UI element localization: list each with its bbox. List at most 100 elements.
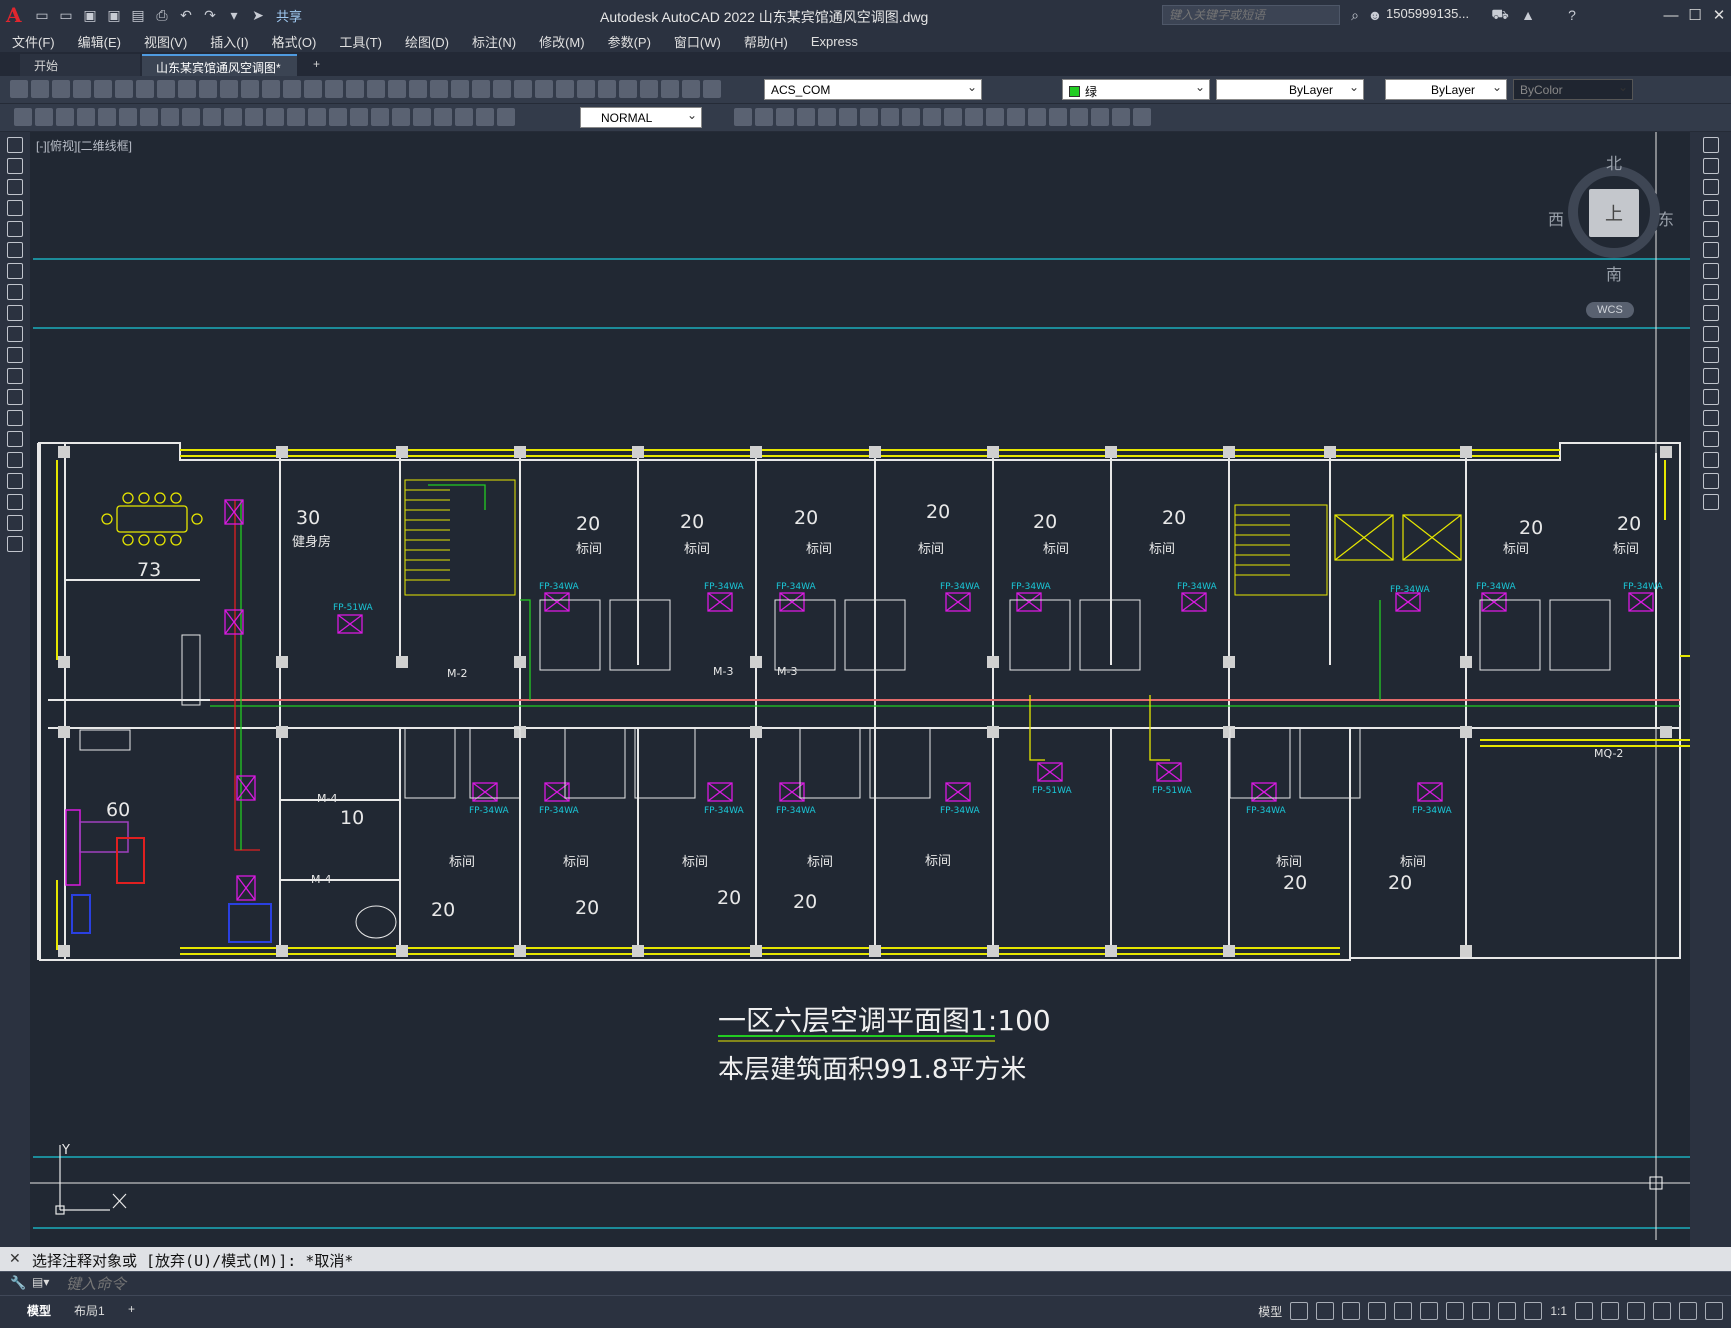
annotation-scale[interactable]: 1:1 bbox=[1550, 1304, 1567, 1318]
help-icon[interactable]: ? bbox=[1562, 5, 1582, 25]
plus-icon[interactable] bbox=[1601, 1302, 1619, 1320]
menu-tools[interactable]: 工具(T) bbox=[339, 32, 382, 51]
search-input[interactable] bbox=[1162, 5, 1340, 25]
grid-icon[interactable] bbox=[1290, 1302, 1309, 1320]
fcu-label: FP-34WA bbox=[1011, 582, 1052, 592]
user-account[interactable]: 1505999135... bbox=[1386, 6, 1469, 21]
menu-modify[interactable]: 修改(M) bbox=[539, 32, 585, 51]
room-number: 20 bbox=[680, 511, 704, 533]
save-icon[interactable]: ▣ bbox=[80, 5, 100, 25]
dimstyle-dropdown[interactable]: NORMAL bbox=[580, 107, 702, 128]
dimension-tools[interactable] bbox=[14, 108, 515, 126]
tab-drawing[interactable]: 山东某宾馆通风空调图* ✕ bbox=[142, 54, 297, 90]
plotstyle-dropdown[interactable]: ByColor bbox=[1513, 79, 1633, 100]
compass-east[interactable]: 东 bbox=[1658, 206, 1674, 230]
search-icon[interactable]: ⌕ bbox=[1345, 5, 1365, 25]
customize-qat-icon[interactable]: ▾ bbox=[224, 5, 244, 25]
svg-text:Y: Y bbox=[61, 1143, 70, 1158]
room-name: 标间 bbox=[807, 855, 833, 870]
autocad-logo-icon[interactable]: A bbox=[6, 3, 28, 27]
close-command-icon[interactable]: ✕ bbox=[9, 1250, 21, 1267]
redo-icon[interactable]: ↷ bbox=[200, 5, 220, 25]
new-tab-icon[interactable]: + bbox=[299, 54, 334, 76]
lineweight-dropdown[interactable]: ByLayer bbox=[1385, 79, 1507, 100]
ortho-icon[interactable] bbox=[1342, 1302, 1361, 1320]
fcu-label: FP-34WA bbox=[704, 806, 745, 816]
menu-file[interactable]: 文件(F) bbox=[12, 32, 55, 51]
fcu-label: FP-34WA bbox=[1476, 582, 1517, 592]
selection-cycling-icon[interactable] bbox=[1472, 1302, 1491, 1320]
save-as-icon[interactable]: ▣ bbox=[104, 5, 124, 25]
annotation-visibility-icon[interactable] bbox=[1498, 1302, 1517, 1320]
new-file-icon[interactable]: ▭ bbox=[32, 5, 52, 25]
isolate-objects-icon[interactable] bbox=[1627, 1302, 1645, 1320]
share-icon[interactable]: ➤ bbox=[248, 5, 268, 25]
close-icon[interactable]: ✕ bbox=[1707, 0, 1731, 30]
osnap-icon[interactable] bbox=[1394, 1302, 1413, 1320]
menu-dimension[interactable]: 标注(N) bbox=[472, 32, 516, 51]
lineweight-icon[interactable] bbox=[1446, 1302, 1465, 1320]
color-dropdown[interactable]: 绿 bbox=[1062, 79, 1210, 100]
compass-west[interactable]: 西 bbox=[1548, 206, 1564, 230]
open-file-icon[interactable]: ▭ bbox=[56, 5, 76, 25]
linetype-dropdown[interactable]: ByLayer bbox=[1216, 79, 1364, 100]
add-layout-icon[interactable]: + bbox=[128, 1302, 135, 1316]
fcu-label: FP-34WA bbox=[539, 582, 580, 592]
command-input[interactable] bbox=[66, 1274, 1666, 1294]
undo-icon[interactable]: ↶ bbox=[176, 5, 196, 25]
drawing-canvas[interactable]: 73 30 60 10 20 20 20 20 20 20 20 20 20 2… bbox=[30, 132, 1695, 1247]
room-name: 标间 bbox=[1400, 855, 1426, 870]
layout-tab-model[interactable]: 模型 bbox=[27, 1302, 51, 1319]
door-tag: M-2 bbox=[447, 667, 467, 680]
menu-parametric[interactable]: 参数(P) bbox=[608, 32, 651, 51]
modify-toolbar[interactable] bbox=[1690, 132, 1731, 1247]
tab-start[interactable]: 开始 bbox=[20, 54, 140, 76]
layer-dropdown[interactable]: ACS_COM bbox=[764, 79, 982, 100]
model-space-toggle[interactable]: 模型 bbox=[1258, 1303, 1282, 1320]
clean-screen-icon[interactable] bbox=[1679, 1302, 1697, 1320]
window-title: Autodesk AutoCAD 2022 山东某宾馆通风空调图.dwg bbox=[600, 9, 929, 25]
otrack-icon[interactable] bbox=[1420, 1302, 1439, 1320]
compass-north[interactable]: 北 bbox=[1606, 150, 1622, 174]
ucs-icon: Y bbox=[55, 1143, 127, 1215]
command-prompt-icon[interactable]: ▤▾ bbox=[32, 1275, 49, 1289]
viewport-controls[interactable]: [-][俯视][二维线框] bbox=[36, 137, 132, 154]
viewcube-top-face[interactable]: 上 bbox=[1589, 189, 1639, 237]
maximize-icon[interactable]: ☐ bbox=[1683, 0, 1707, 30]
title-bar: A ▭ ▭ ▣ ▣ ▤ ⎙ ↶ ↷ ▾ ➤ 共享 Autodesk AutoCA… bbox=[0, 0, 1731, 30]
snap-icon[interactable] bbox=[1316, 1302, 1335, 1320]
draworder-tools[interactable] bbox=[734, 108, 1151, 126]
room-number: 30 bbox=[296, 507, 320, 529]
menu-format[interactable]: 格式(O) bbox=[272, 32, 317, 51]
menu-insert[interactable]: 插入(I) bbox=[210, 32, 248, 51]
annotation-scale-icon[interactable] bbox=[1524, 1302, 1543, 1320]
status-tools: 模型 1:1 bbox=[1258, 1302, 1723, 1320]
share-button[interactable]: 共享 bbox=[276, 6, 302, 25]
compass-south[interactable]: 南 bbox=[1606, 261, 1622, 285]
menu-edit[interactable]: 编辑(E) bbox=[78, 32, 121, 51]
minimize-icon[interactable]: — bbox=[1659, 0, 1683, 30]
fcu-label: FP-34WA bbox=[1412, 806, 1453, 816]
window-tag: MQ-2 bbox=[1594, 747, 1623, 760]
hardware-accel-icon[interactable] bbox=[1653, 1302, 1671, 1320]
plot-icon[interactable]: ⎙ bbox=[152, 5, 172, 25]
customize-icon[interactable] bbox=[1705, 1302, 1723, 1320]
cart-icon[interactable]: ⛟ bbox=[1490, 5, 1510, 25]
menu-view[interactable]: 视图(V) bbox=[144, 32, 187, 51]
menu-draw[interactable]: 绘图(D) bbox=[405, 32, 449, 51]
workspace-gear-icon[interactable] bbox=[1575, 1302, 1593, 1320]
viewcube[interactable]: 北 南 东 西 上 WCS bbox=[1548, 148, 1678, 318]
menu-help[interactable]: 帮助(H) bbox=[744, 32, 788, 51]
polar-icon[interactable] bbox=[1368, 1302, 1387, 1320]
layout-tab-layout1[interactable]: 布局1 bbox=[74, 1302, 105, 1319]
wcs-menu[interactable]: WCS bbox=[1586, 302, 1634, 318]
a360-icon[interactable]: ▲ bbox=[1518, 5, 1538, 25]
draw-toolbar[interactable] bbox=[0, 132, 30, 1247]
room-number: 20 bbox=[431, 899, 455, 921]
drawing-subtitle: 本层建筑面积991.8平方米 bbox=[718, 1055, 1026, 1085]
wrench-icon[interactable]: 🔧 bbox=[10, 1275, 26, 1291]
menu-express[interactable]: Express bbox=[811, 34, 858, 49]
web-mobile-icon[interactable]: ▤ bbox=[128, 5, 148, 25]
standard-tools[interactable] bbox=[10, 80, 721, 98]
menu-window[interactable]: 窗口(W) bbox=[674, 32, 721, 51]
